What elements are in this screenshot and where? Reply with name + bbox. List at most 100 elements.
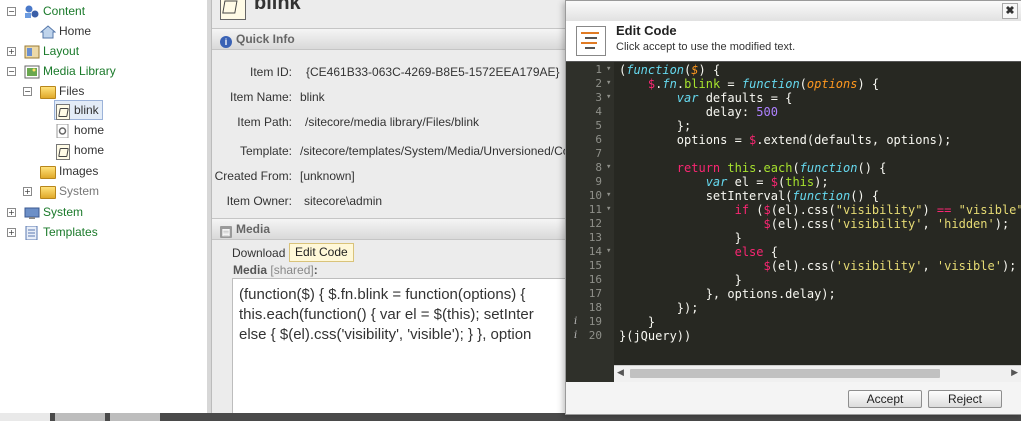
scroll-right-icon[interactable]: ▶ (1011, 367, 1018, 378)
line-number: 17 (588, 287, 602, 300)
item-title: blink (254, 0, 301, 14)
field-value-template[interactable]: /sitecore/templates/System/Media/Unversi… (300, 144, 570, 158)
collapse-toggle-content[interactable]: − (7, 7, 16, 16)
dialog-header: Edit Code Click accept to use the modifi… (566, 21, 1021, 61)
fold-arrow-icon[interactable]: ▾ (606, 204, 611, 214)
line-number: 3 (595, 91, 602, 104)
folder-icon (40, 85, 56, 99)
tree-label: home (74, 123, 105, 137)
tree-item-home[interactable]: Home (39, 22, 91, 40)
tree-label: Content (43, 4, 86, 18)
fold-arrow-icon[interactable]: ▾ (606, 162, 611, 172)
collapse-toggle-files[interactable]: − (23, 87, 32, 96)
section-title: Quick Info (236, 32, 295, 46)
dialog-title: Edit Code (616, 23, 677, 38)
tree-label: Files (59, 84, 85, 98)
media-text-field[interactable]: (function($) { $.fn.blink = function(opt… (232, 278, 571, 415)
line-number: 11 (588, 203, 602, 216)
fold-arrow-icon[interactable]: ▾ (606, 246, 611, 256)
code-line: return this.each(function() { (676, 161, 887, 175)
expand-toggle-system-inner[interactable]: + (23, 187, 32, 196)
tree-label: Templates (43, 225, 98, 239)
edit-code-button[interactable]: Edit Code (289, 243, 354, 262)
code-line: $.fn.blink = function(options) { (647, 77, 880, 91)
media-section-icon: ▤ (220, 226, 232, 238)
close-icon[interactable]: ✖ (1002, 3, 1018, 19)
fold-arrow-icon[interactable]: ▾ (606, 64, 611, 74)
code-file-icon (55, 143, 71, 160)
home-icon (39, 25, 57, 39)
line-number: 8 (595, 161, 602, 174)
tree-item-home-2[interactable]: home (55, 141, 104, 160)
field-label-template: Template: (239, 144, 292, 158)
horizontal-scrollbar[interactable]: ◀ ▶ (614, 365, 1021, 382)
folder-icon (40, 185, 56, 199)
field-label-item-path: Item Path: (237, 115, 292, 129)
field-value-item-name: blink (300, 90, 325, 104)
accept-button[interactable]: Accept (848, 390, 922, 408)
content-editor: blink i Quick Info Item ID: {CE461B33-063… (212, 0, 571, 415)
media-colon: : (313, 263, 318, 277)
tree-item-home-1[interactable]: home (55, 121, 104, 139)
code-line: }; (619, 119, 692, 133)
tree-item-images[interactable]: Images (40, 162, 98, 180)
media-text-line: (function($) { $.fn.blink = function(opt… (239, 286, 526, 303)
line-number: 2 (595, 77, 602, 90)
tree-label: System (43, 205, 84, 219)
media-section-header[interactable]: ▤ Media (212, 218, 570, 240)
media-text-line: else { $(el).css('visibility', 'visible'… (239, 326, 532, 343)
tree-item-system-inner[interactable]: System (40, 182, 99, 200)
code-line: } (619, 231, 742, 245)
line-number: 1 (595, 63, 602, 76)
code-line: var el = $(this); (705, 175, 829, 189)
code-line: $(el).css('visibility', 'hidden'); (763, 217, 1010, 231)
field-value-item-owner: sitecore\admin (304, 194, 383, 208)
scroll-left-icon[interactable]: ◀ (617, 367, 624, 378)
media-text-line: this.each(function() { var el = $(this);… (239, 306, 534, 323)
dialog-titlebar[interactable]: ✖ (566, 1, 1021, 22)
fold-arrow-icon[interactable]: ▾ (606, 190, 611, 200)
expand-toggle-layout[interactable]: + (7, 47, 16, 56)
expand-toggle-templates[interactable]: + (7, 228, 16, 237)
item-icon (220, 0, 246, 20)
field-label-item-id: Item ID: (249, 65, 292, 79)
system-icon (24, 206, 40, 220)
collapse-toggle-media-library[interactable]: − (7, 67, 16, 76)
tree-label: Layout (43, 44, 80, 58)
reject-button[interactable]: Reject (928, 390, 1002, 408)
tree-item-system[interactable]: System (24, 203, 83, 221)
line-number: 18 (588, 301, 602, 314)
line-number: 9 (595, 175, 602, 188)
bottom-tab[interactable] (0, 413, 50, 421)
tree-label: Images (59, 164, 99, 178)
bottom-tab[interactable] (110, 413, 160, 421)
fold-arrow-icon[interactable]: ▾ (606, 78, 611, 88)
tree-item-layout[interactable]: Layout (24, 42, 79, 60)
tree-item-files[interactable]: Files (40, 82, 84, 100)
scrollbar-thumb[interactable] (630, 369, 940, 378)
expand-toggle-system[interactable]: + (7, 208, 16, 217)
tree-item-templates[interactable]: Templates (24, 223, 98, 241)
tree-item-blink[interactable]: blink (54, 100, 103, 120)
field-label-item-name: Item Name: (229, 90, 292, 104)
quick-info-section-header[interactable]: i Quick Info (212, 28, 570, 50)
fold-arrow-icon[interactable]: ▾ (606, 92, 611, 102)
code-line: }); (619, 301, 699, 315)
content-tree: − Content Home + Layout − Media Library … (0, 0, 208, 413)
tree-item-media-library[interactable]: Media Library (24, 62, 116, 80)
code-line: else { (734, 245, 778, 259)
field-label-created-from: Created From: (214, 169, 292, 183)
bottom-tab[interactable] (55, 413, 105, 421)
line-number: 5 (595, 119, 602, 132)
info-icon: i (220, 36, 232, 48)
tree-item-content[interactable]: Content (24, 2, 85, 20)
code-editor[interactable]: 1 2 3 4 5 6 7 8 9 10 11 12 13 14 15 16 1… (566, 61, 1021, 382)
code-line: $(el).css('visibility', 'visible'); (763, 259, 1017, 273)
shared-tag: [shared] (270, 263, 314, 277)
line-number: 19 (588, 315, 602, 328)
line-number: 20 (588, 329, 602, 342)
download-link[interactable]: Download (232, 246, 285, 260)
code-line: } (619, 315, 656, 329)
edit-code-dialog: ✖ Edit Code Click accept to use the modi… (565, 0, 1021, 415)
line-number: 6 (595, 133, 602, 146)
